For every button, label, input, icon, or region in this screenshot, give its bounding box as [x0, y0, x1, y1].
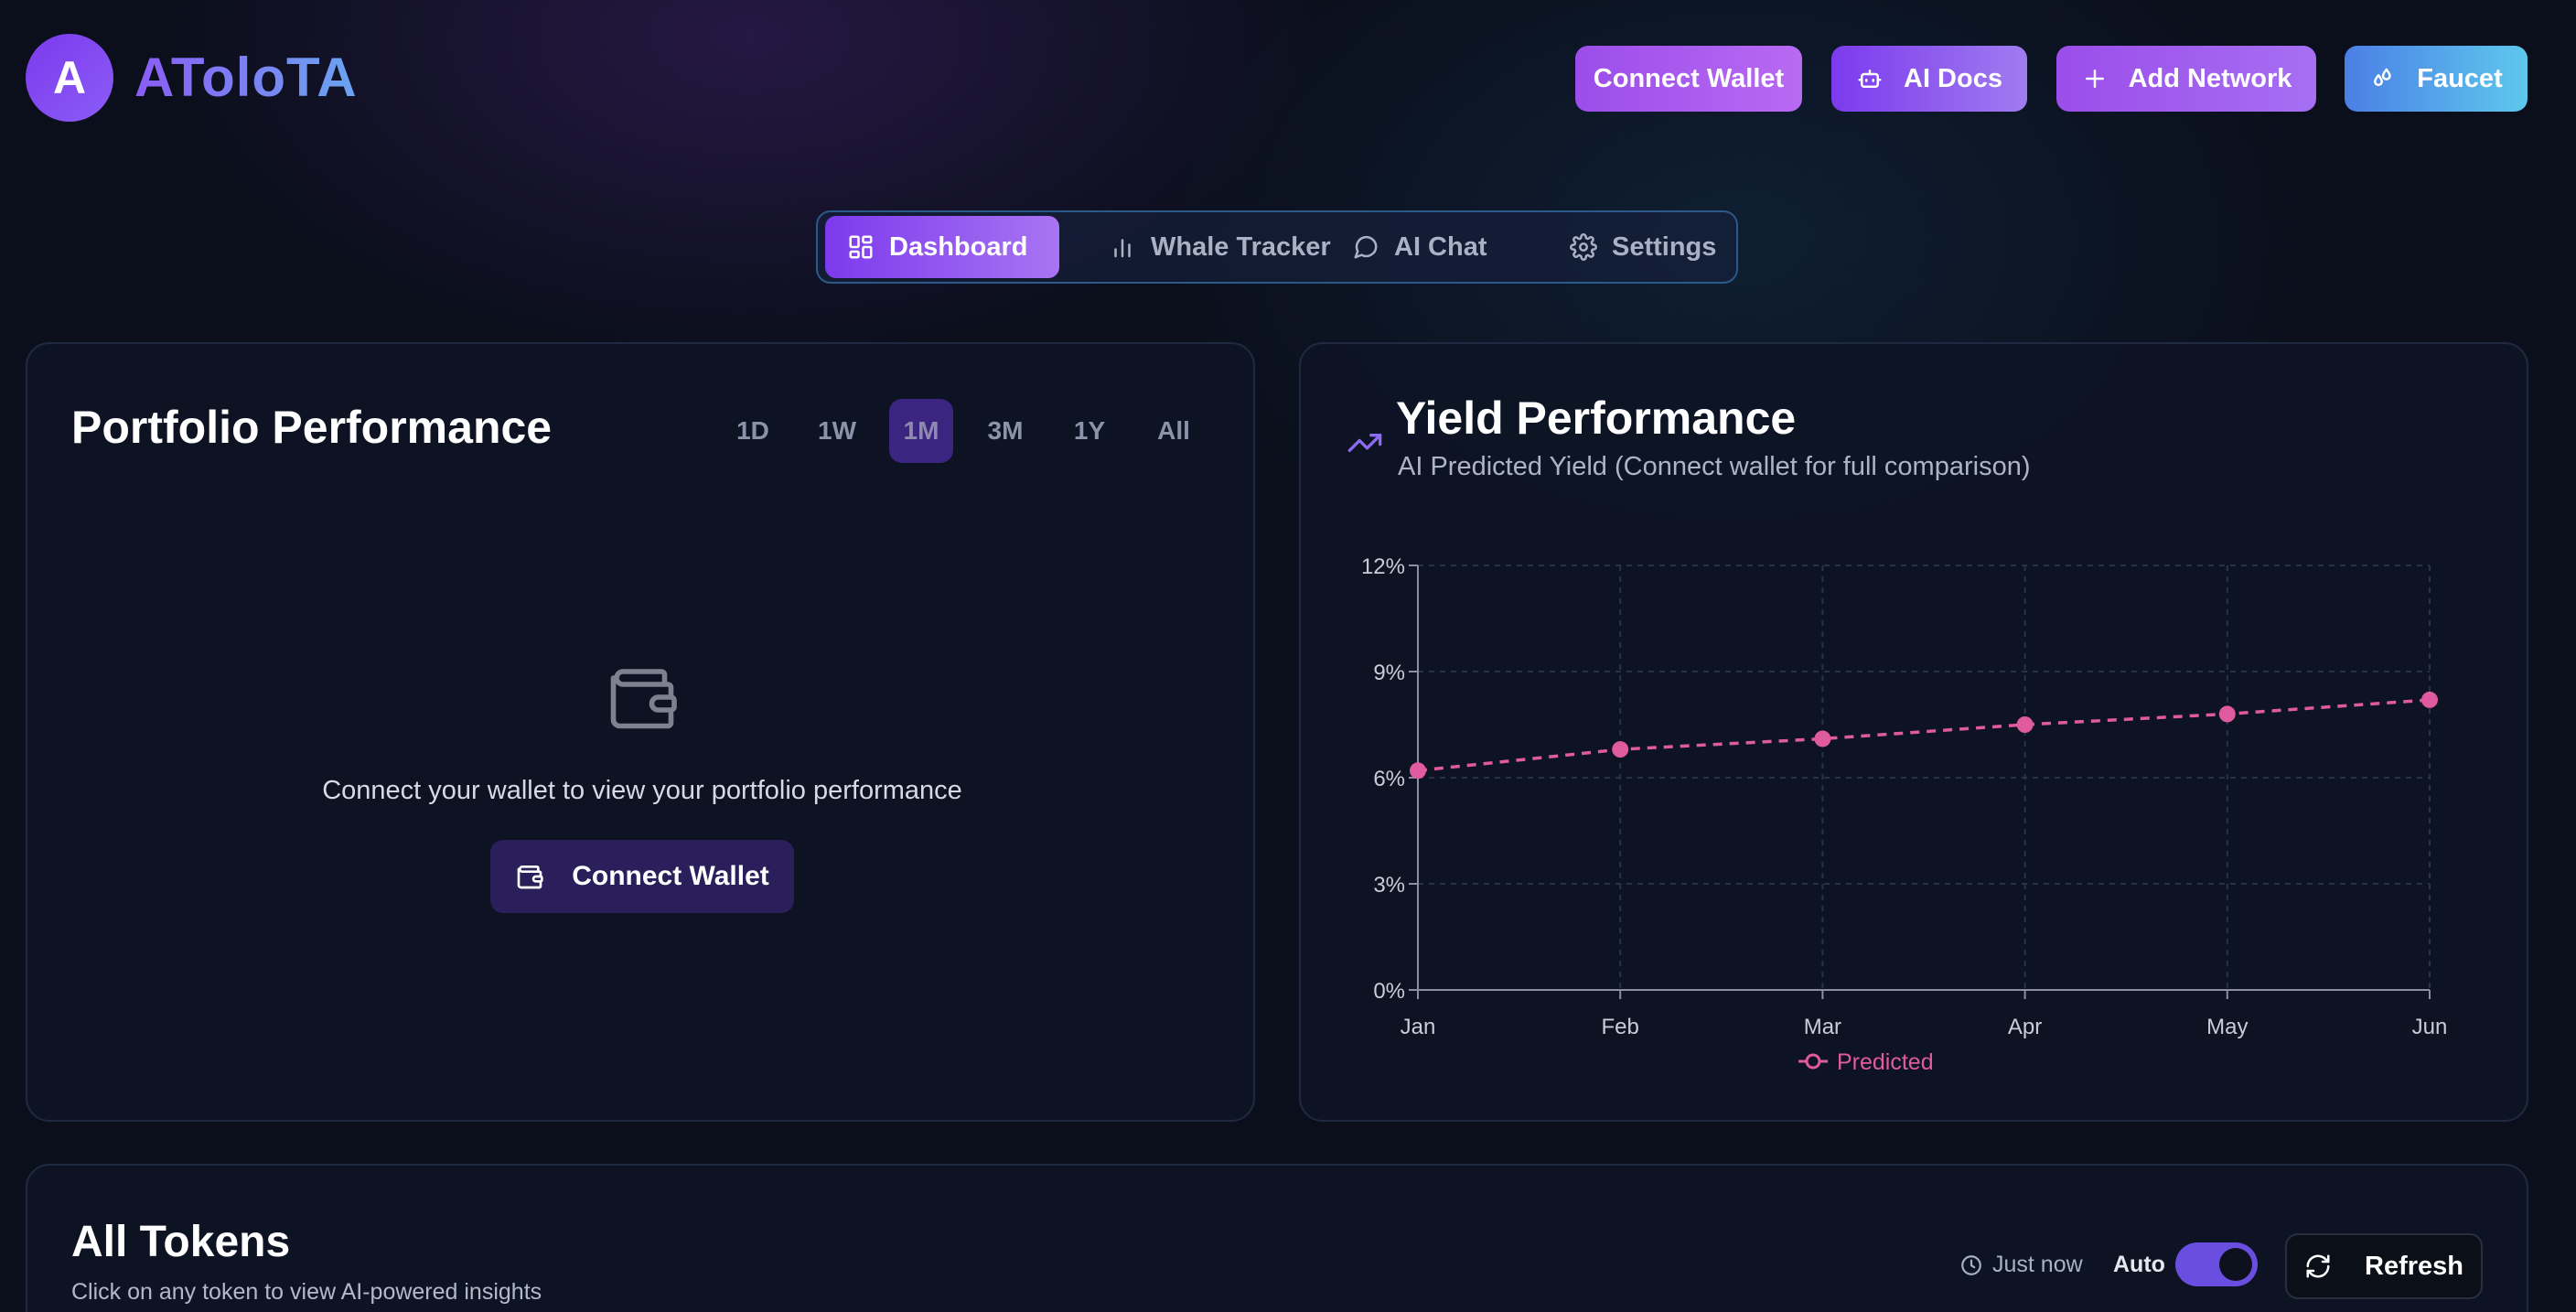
chat-bubble-icon — [1354, 235, 1378, 259]
x-tick-label: May — [2206, 1015, 2248, 1039]
ai-docs-button[interactable]: AI Docs — [1831, 46, 2027, 112]
data-point — [2218, 705, 2236, 723]
y-tick-label: 6% — [1373, 767, 1405, 791]
range-3m[interactable]: 3M — [973, 399, 1037, 463]
main-nav: Dashboard Whale Tracker AI Chat Settings — [816, 210, 1738, 284]
connect-wallet-label: Connect Wallet — [1593, 63, 1785, 93]
portfolio-card: Portfolio Performance 1D 1W 1M 3M 1Y All… — [26, 342, 1255, 1122]
portfolio-connect-wallet-label: Connect Wallet — [572, 861, 769, 891]
refresh-icon — [2306, 1254, 2330, 1278]
auto-refresh-toggle[interactable] — [2175, 1242, 2258, 1286]
app-logo: A — [26, 34, 113, 122]
gear-icon — [1570, 233, 1597, 261]
data-point — [2421, 691, 2438, 708]
tab-whale-tracker[interactable]: Whale Tracker — [1087, 216, 1353, 278]
auto-refresh-label: Auto — [2113, 1252, 2165, 1277]
range-all[interactable]: All — [1142, 399, 1206, 463]
y-tick-label: 9% — [1373, 661, 1405, 685]
data-point — [1814, 730, 1831, 747]
portfolio-empty-message: Connect your wallet to view your portfol… — [322, 776, 962, 805]
tokens-title: All Tokens — [71, 1218, 291, 1266]
data-point — [1612, 741, 1629, 758]
tab-dashboard[interactable]: Dashboard — [825, 216, 1059, 278]
wallet-icon — [517, 866, 543, 889]
range-1d[interactable]: 1D — [721, 399, 785, 463]
tokens-subtitle: Click on any token to view AI-powered in… — [71, 1279, 542, 1305]
robot-icon — [1858, 70, 1882, 88]
portfolio-connect-wallet-button[interactable]: Connect Wallet — [490, 840, 794, 913]
wallet-icon — [610, 669, 677, 729]
range-selector: 1D 1W 1M 3M 1Y All — [721, 399, 1206, 463]
connect-wallet-button[interactable]: Connect Wallet — [1575, 46, 1802, 112]
tab-settings-label: Settings — [1612, 231, 1717, 262]
ai-docs-label: AI Docs — [1904, 63, 2002, 93]
last-updated: Just now — [1959, 1252, 2083, 1278]
tab-ai-chat-label: AI Chat — [1394, 231, 1487, 262]
faucet-button[interactable]: Faucet — [2345, 46, 2528, 112]
refresh-label: Refresh — [2365, 1251, 2463, 1281]
range-1y[interactable]: 1Y — [1057, 399, 1122, 463]
droplets-icon — [2374, 68, 2391, 87]
legend-label: Predicted — [1837, 1049, 1934, 1075]
dashboard-icon — [849, 235, 873, 259]
portfolio-title: Portfolio Performance — [71, 402, 553, 453]
y-tick-label: 12% — [1361, 554, 1405, 579]
last-updated-text: Just now — [1992, 1252, 2083, 1277]
plus-icon — [2085, 70, 2104, 88]
app-name: ATolоTA — [134, 47, 358, 108]
refresh-button[interactable]: Refresh — [2285, 1233, 2483, 1299]
x-tick-label: Apr — [2008, 1015, 2042, 1039]
x-tick-label: Mar — [1804, 1015, 1841, 1039]
series-line-predicted — [1417, 698, 2431, 773]
legend-marker — [1805, 1053, 1821, 1070]
data-point — [2016, 716, 2034, 733]
toggle-knob — [2219, 1248, 2252, 1281]
tab-whale-tracker-label: Whale Tracker — [1151, 231, 1331, 262]
tab-ai-chat[interactable]: AI Chat — [1330, 216, 1509, 278]
clock-icon — [1961, 1254, 1981, 1275]
faucet-label: Faucet — [2417, 63, 2503, 93]
x-tick-label: Jun — [2412, 1015, 2448, 1039]
range-1m[interactable]: 1M — [889, 399, 953, 463]
range-1w[interactable]: 1W — [805, 399, 869, 463]
yield-card: Yield Performance AI Predicted Yield (Co… — [1299, 342, 2528, 1122]
x-tick-label: Jan — [1401, 1015, 1436, 1039]
tab-dashboard-label: Dashboard — [889, 231, 1028, 262]
tokens-card: All Tokens Click on any token to view AI… — [26, 1164, 2528, 1312]
data-point — [1410, 762, 1426, 780]
y-tick-label: 3% — [1373, 873, 1405, 898]
bar-chart-icon — [1114, 239, 1131, 258]
add-network-label: Add Network — [2128, 63, 2292, 93]
add-network-button[interactable]: Add Network — [2056, 46, 2316, 112]
y-tick-label: 0% — [1373, 979, 1405, 1004]
tab-settings[interactable]: Settings — [1548, 216, 1738, 278]
x-tick-label: Feb — [1602, 1015, 1639, 1039]
yield-chart: 0% 3% 6% 9% 12% Jan Feb Mar Apr May Jun Predicted — [1361, 554, 2448, 1075]
